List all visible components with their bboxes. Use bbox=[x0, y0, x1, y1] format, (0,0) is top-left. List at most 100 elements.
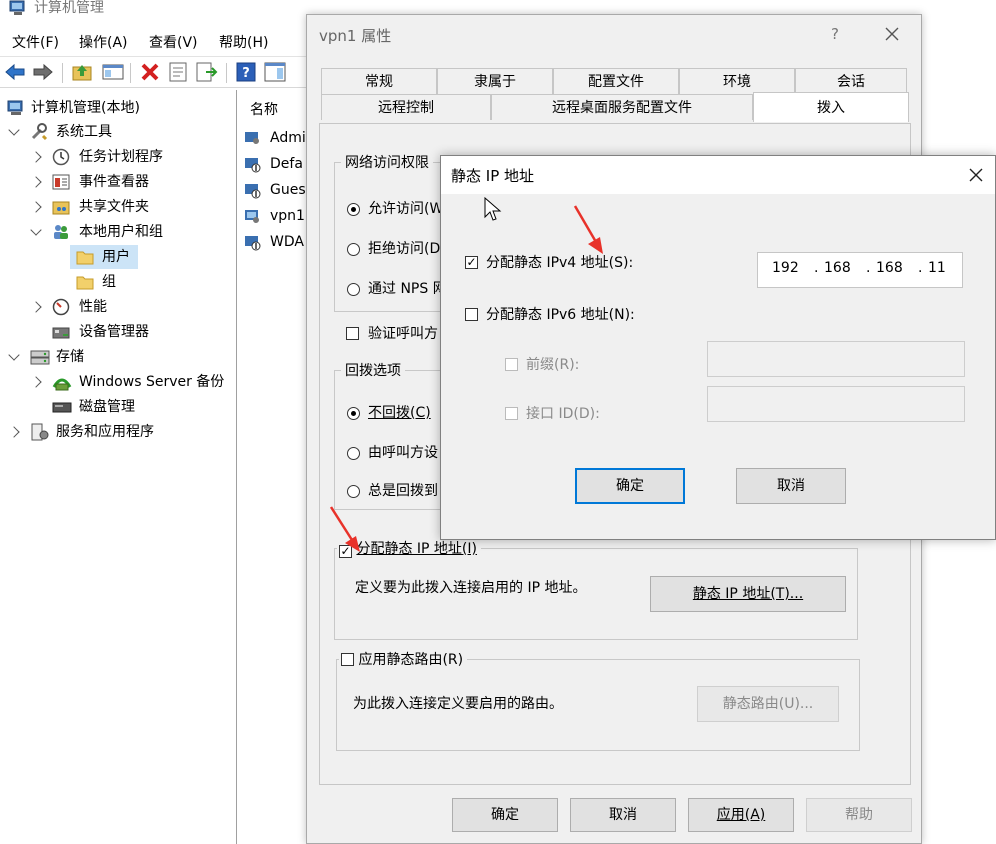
list-item[interactable]: WDA bbox=[244, 230, 304, 254]
properties-icon[interactable] bbox=[168, 62, 188, 82]
ipv4-address-field[interactable]: 192 . 168 . 168 . 11 bbox=[757, 252, 963, 288]
tree-item-event-viewer[interactable]: 事件查看器 bbox=[30, 170, 149, 194]
tree-item-shared-folders[interactable]: 共享文件夹 bbox=[30, 195, 149, 219]
ip-dialog-cancel-button[interactable]: 取消 bbox=[736, 468, 846, 504]
allow-access-radio[interactable] bbox=[347, 203, 360, 216]
no-callback-radio[interactable] bbox=[347, 407, 360, 420]
chevron-right-icon[interactable] bbox=[30, 376, 42, 388]
list-item[interactable]: Defa bbox=[244, 152, 303, 176]
list-item[interactable]: Gues bbox=[244, 178, 306, 202]
chevron-right-icon[interactable] bbox=[30, 301, 42, 313]
interface-id-checkbox[interactable] bbox=[505, 407, 518, 420]
computer-management-icon bbox=[9, 0, 25, 15]
export-list-icon[interactable] bbox=[196, 62, 218, 82]
chevron-down-icon[interactable] bbox=[8, 124, 20, 136]
chevron-right-icon[interactable] bbox=[30, 151, 42, 163]
disk-icon bbox=[52, 402, 72, 413]
caller-callback-radio[interactable] bbox=[347, 447, 360, 460]
apply-button[interactable]: 应用(A) bbox=[688, 798, 794, 832]
static-route-checkbox[interactable] bbox=[341, 653, 354, 666]
tree-item-groups[interactable]: 组 bbox=[70, 270, 116, 294]
tree-item-performance[interactable]: 性能 bbox=[30, 295, 107, 319]
tab-environment[interactable]: 环境 bbox=[679, 68, 795, 94]
forward-arrow-icon[interactable] bbox=[32, 63, 54, 81]
tree-item-storage[interactable]: 存储 bbox=[6, 345, 84, 369]
ipv6-prefix-field[interactable] bbox=[707, 341, 965, 377]
tab-profile[interactable]: 配置文件 bbox=[553, 68, 679, 94]
ok-button[interactable]: 确定 bbox=[452, 798, 558, 832]
menu-help[interactable]: 帮助(H) bbox=[219, 32, 268, 52]
tree-item-disk-management[interactable]: 磁盘管理 bbox=[30, 395, 135, 419]
tree-item-device-manager[interactable]: 设备管理器 bbox=[30, 320, 149, 344]
tree-item-local-users-groups[interactable]: 本地用户和组 bbox=[30, 220, 163, 244]
tree-item-services-applications[interactable]: 服务和应用程序 bbox=[6, 420, 154, 444]
column-header-name[interactable]: 名称 bbox=[250, 98, 278, 122]
verify-caller-checkbox[interactable] bbox=[346, 327, 359, 340]
tree-item-task-scheduler[interactable]: 任务计划程序 bbox=[30, 145, 163, 169]
prefix-checkbox[interactable] bbox=[505, 358, 518, 371]
ipv6-label: 分配静态 IPv6 地址(N): bbox=[486, 307, 635, 323]
ipv4-octet-2[interactable]: 168 bbox=[824, 260, 851, 276]
static-route-legend: 应用静态路由(R) bbox=[339, 649, 468, 669]
tree-item-label: 磁盘管理 bbox=[79, 399, 135, 415]
close-icon[interactable] bbox=[967, 166, 985, 184]
tab-general[interactable]: 常规 bbox=[321, 68, 437, 94]
menu-file[interactable]: 文件(F) bbox=[12, 32, 59, 52]
disabled-user-icon bbox=[245, 236, 261, 251]
static-ip-dialog-title: 静态 IP 地址 bbox=[451, 167, 535, 185]
close-icon[interactable] bbox=[883, 25, 901, 43]
help-icon[interactable]: ? bbox=[236, 62, 256, 82]
delete-icon[interactable] bbox=[140, 63, 160, 81]
chevron-right-icon[interactable] bbox=[30, 176, 42, 188]
tree-root[interactable]: 计算机管理(本地) bbox=[6, 96, 140, 120]
radio-label: 总是回拨到 bbox=[368, 483, 438, 499]
menu-action[interactable]: 操作(A) bbox=[79, 32, 128, 52]
tree-item-label: 设备管理器 bbox=[79, 324, 149, 340]
tree-item-users[interactable]: 用户 bbox=[70, 245, 138, 269]
action-pane-icon[interactable] bbox=[264, 62, 286, 82]
list-item-selected[interactable]: vpn1 bbox=[244, 204, 305, 228]
ipv6-checkbox[interactable] bbox=[465, 308, 478, 321]
tab-rds-profile[interactable]: 远程桌面服务配置文件 bbox=[491, 94, 753, 120]
ipv4-octet-1[interactable]: 192 bbox=[772, 260, 799, 276]
chevron-down-icon[interactable] bbox=[8, 349, 20, 361]
ipv4-octet-4[interactable]: 11 bbox=[928, 260, 946, 276]
list-item-label: vpn1 bbox=[270, 208, 305, 224]
back-arrow-icon[interactable] bbox=[4, 63, 26, 81]
ipv4-label: 分配静态 IPv4 地址(S): bbox=[486, 255, 634, 271]
tree-item-system-tools[interactable]: 系统工具 bbox=[6, 120, 112, 144]
static-routes-button[interactable]: 静态路由(U)... bbox=[697, 686, 839, 722]
show-hide-tree-icon[interactable] bbox=[102, 63, 124, 81]
nps-access-radio[interactable] bbox=[347, 283, 360, 296]
static-ip-dialog-titlebar: 静态 IP 地址 bbox=[441, 156, 995, 194]
tab-member-of[interactable]: 隶属于 bbox=[437, 68, 553, 94]
list-item[interactable]: Admi bbox=[244, 126, 306, 150]
tab-dial-in[interactable]: 拨入 bbox=[753, 92, 909, 122]
help-button[interactable]: 帮助 bbox=[806, 798, 912, 832]
disabled-user-icon bbox=[245, 158, 261, 173]
tab-remote-control[interactable]: 远程控制 bbox=[321, 94, 491, 120]
group-legend: 网络访问权限 bbox=[341, 152, 433, 172]
tab-sessions[interactable]: 会话 bbox=[795, 68, 907, 94]
ip-dialog-ok-button[interactable]: 确定 bbox=[575, 468, 685, 504]
chevron-down-icon[interactable] bbox=[30, 224, 42, 236]
chevron-right-icon[interactable] bbox=[8, 426, 20, 438]
ipv4-checkbox[interactable]: ✓ bbox=[465, 256, 478, 269]
annotation-arrow-icon bbox=[329, 506, 360, 552]
radio-label: 由呼叫方设 bbox=[368, 445, 438, 461]
backup-icon bbox=[52, 378, 72, 391]
svg-text:?: ? bbox=[242, 66, 250, 81]
device-manager-icon bbox=[52, 327, 70, 339]
menu-view[interactable]: 查看(V) bbox=[149, 32, 198, 52]
cancel-button[interactable]: 取消 bbox=[570, 798, 676, 832]
always-callback-radio[interactable] bbox=[347, 485, 360, 498]
chevron-right-icon[interactable] bbox=[30, 201, 42, 213]
tree-item-windows-server-backup[interactable]: Windows Server 备份 bbox=[30, 370, 224, 394]
static-ip-address-button[interactable]: 静态 IP 地址(T)... bbox=[650, 576, 846, 612]
static-route-group: 应用静态路由(R) 为此拨入连接定义要启用的路由。 静态路由(U)... bbox=[336, 649, 860, 751]
up-folder-icon[interactable] bbox=[72, 63, 92, 81]
interface-id-field[interactable] bbox=[707, 386, 965, 422]
ipv4-octet-3[interactable]: 168 bbox=[876, 260, 903, 276]
deny-access-radio[interactable] bbox=[347, 243, 360, 256]
help-question-button[interactable]: ? bbox=[831, 25, 839, 43]
